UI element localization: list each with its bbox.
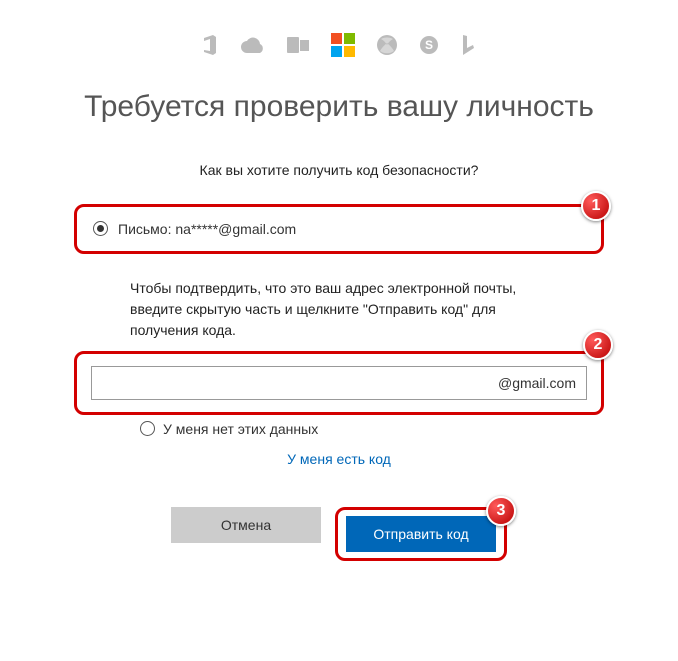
radio-indicator-unchecked [140,421,155,436]
verification-instructions: Чтобы подтвердить, что это ваш адрес эле… [130,278,568,341]
office-icon [201,35,219,55]
annotation-badge-2: 2 [583,330,613,360]
bing-icon [461,35,477,55]
cancel-button[interactable]: Отмена [171,507,321,543]
no-data-label: У меня нет этих данных [163,421,318,437]
svg-text:S: S [425,38,433,52]
outlook-icon [287,35,309,55]
email-radio-option[interactable]: Письмо: na*****@gmail.com [93,221,585,237]
xbox-icon [377,35,397,55]
submit-button-highlight: 3 Отправить код [335,507,507,561]
microsoft-logo [331,33,355,57]
security-code-prompt: Как вы хотите получить код безопасности? [70,162,608,178]
annotation-badge-1: 1 [581,191,611,221]
skype-icon: S [419,35,439,55]
page-title: Требуется проверить вашу личность [70,88,608,126]
email-option-highlight: 1 Письмо: na*****@gmail.com [74,204,604,254]
email-input-highlight: 2 [74,351,604,415]
submit-button[interactable]: Отправить код [346,516,496,552]
no-data-radio-option[interactable]: У меня нет этих данных [140,421,608,437]
email-option-label: Письмо: na*****@gmail.com [118,221,296,237]
onedrive-icon [241,37,265,53]
radio-indicator-checked [93,221,108,236]
hidden-email-input[interactable] [91,366,587,400]
have-code-link[interactable]: У меня есть код [70,451,608,467]
brand-icon-row: S [70,30,608,60]
annotation-badge-3: 3 [486,496,516,526]
